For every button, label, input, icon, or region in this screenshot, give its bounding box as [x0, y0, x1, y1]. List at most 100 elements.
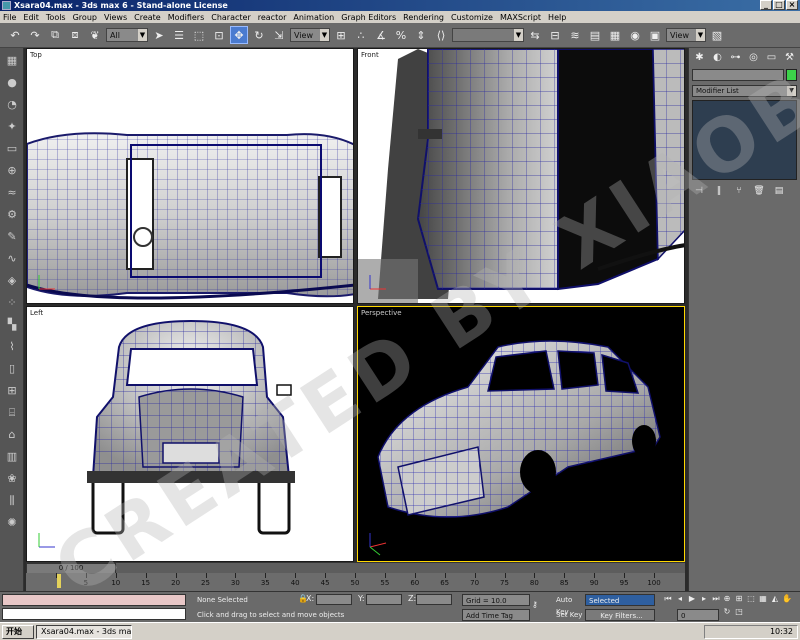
taskbar-item-3dsmax[interactable]: Xsara04.max - 3ds max 6 — [36, 625, 132, 639]
wall-icon[interactable]: ▥ — [3, 448, 21, 466]
menu-animation[interactable]: Animation — [293, 13, 334, 22]
spline-icon[interactable]: ∿ — [3, 250, 21, 268]
key-filters-button[interactable]: Key Filters... — [585, 609, 655, 621]
zoom-all-icon[interactable]: ⊞ — [734, 594, 744, 605]
field-of-view-icon[interactable]: ◭ — [770, 594, 780, 605]
angle-snap-icon[interactable]: ∡ — [372, 26, 390, 44]
configure-sets-icon[interactable]: ▤ — [773, 186, 785, 198]
display-tab-icon[interactable]: ▭ — [764, 52, 779, 66]
utilities-tab-icon[interactable]: ⚒ — [782, 52, 797, 66]
go-to-end-icon[interactable]: ⏭ — [711, 594, 721, 605]
menu-edit[interactable]: Edit — [23, 13, 39, 22]
reactor-icon[interactable]: ✺ — [3, 514, 21, 532]
viewport-label-top[interactable]: Top — [30, 51, 42, 59]
menu-rendering[interactable]: Rendering — [403, 13, 444, 22]
menu-views[interactable]: Views — [104, 13, 127, 22]
nurbs-icon[interactable]: ⌇ — [3, 338, 21, 356]
viewport-top[interactable]: Top — [26, 48, 354, 304]
minimize-button[interactable]: _ — [760, 0, 772, 10]
edit-named-selection-icon[interactable]: ⟨⟩ — [432, 26, 450, 44]
object-name-field[interactable] — [692, 69, 784, 81]
quick-render-icon[interactable]: ▧ — [708, 26, 726, 44]
previous-frame-icon[interactable]: ◂ — [675, 594, 685, 605]
foliage-icon[interactable]: ❀ — [3, 470, 21, 488]
menu-file[interactable]: File — [3, 13, 16, 22]
modify-tab-icon[interactable]: ◐ — [710, 52, 725, 66]
viewport-perspective[interactable]: Perspective — [357, 306, 685, 562]
show-end-result-icon[interactable]: ‖ — [713, 186, 725, 198]
menu-reactor[interactable]: reactor — [258, 13, 287, 22]
percent-snap-icon[interactable]: % — [392, 26, 410, 44]
select-and-rotate-icon[interactable]: ↻ — [250, 26, 268, 44]
window-icon[interactable]: ⊞ — [3, 382, 21, 400]
menu-modifiers[interactable]: Modifiers — [168, 13, 205, 22]
remove-modifier-icon[interactable]: 🗑 — [753, 186, 765, 198]
menu-create[interactable]: Create — [134, 13, 161, 22]
menu-maxscript[interactable]: MAXScript — [500, 13, 541, 22]
camera-icon[interactable]: ▭ — [3, 140, 21, 158]
helper-icon[interactable]: ⊕ — [3, 162, 21, 180]
menu-group[interactable]: Group — [73, 13, 97, 22]
render-type-dropdown[interactable]: View ▼ — [666, 28, 706, 42]
auto-key-button[interactable]: Auto Key — [553, 594, 583, 616]
arc-rotate-icon[interactable]: ↻ — [722, 607, 732, 618]
bind-space-warp-icon[interactable]: ❦ — [86, 26, 104, 44]
viewport-label-perspective[interactable]: Perspective — [361, 309, 402, 317]
material-editor-icon[interactable]: ◉ — [626, 26, 644, 44]
current-frame-field[interactable]: 0 — [677, 609, 719, 621]
reference-coordinate-dropdown[interactable]: View ▼ — [290, 28, 330, 42]
start-button[interactable]: 开始 — [2, 625, 34, 639]
rect-selection-icon[interactable]: ⬚ — [190, 26, 208, 44]
spinner-snap-icon[interactable]: ⇕ — [412, 26, 430, 44]
zoom-extents-icon[interactable]: ⬚ — [746, 594, 756, 605]
maximize-button[interactable]: □ — [773, 0, 785, 10]
system-icon[interactable]: ⚙ — [3, 206, 21, 224]
schematic-view-icon[interactable]: ▦ — [606, 26, 624, 44]
z-coordinate-field[interactable] — [416, 594, 452, 605]
link-icon[interactable]: ⧉ — [46, 26, 64, 44]
selection-filter-dropdown[interactable]: All ▼ — [106, 28, 148, 42]
redo-icon[interactable]: ↷ — [26, 26, 44, 44]
key-marker[interactable] — [57, 574, 61, 588]
aec-icon[interactable]: ⌂ — [3, 426, 21, 444]
menu-customize[interactable]: Customize — [451, 13, 493, 22]
go-to-start-icon[interactable]: ⏮ — [663, 594, 673, 605]
menu-character[interactable]: Character — [211, 13, 251, 22]
render-scene-icon[interactable]: ▣ — [646, 26, 664, 44]
track-view-icon[interactable]: ▤ — [586, 26, 604, 44]
motion-tab-icon[interactable]: ◎ — [746, 52, 761, 66]
viewport-label-front[interactable]: Front — [361, 51, 379, 59]
make-unique-icon[interactable]: ⑂ — [733, 186, 745, 198]
pivot-center-icon[interactable]: ⊞ — [332, 26, 350, 44]
y-coordinate-field[interactable] — [366, 594, 402, 605]
select-and-scale-icon[interactable]: ⇲ — [270, 26, 288, 44]
brush-icon[interactable]: ✎ — [3, 228, 21, 246]
modifier-list-dropdown[interactable]: Modifier List ▼ — [692, 85, 797, 97]
sphere-icon[interactable]: ● — [3, 74, 21, 92]
space-warp-icon[interactable]: ≈ — [3, 184, 21, 202]
menu-tools[interactable]: Tools — [46, 13, 66, 22]
compound-icon[interactable]: ◈ — [3, 272, 21, 290]
modifier-stack[interactable] — [692, 100, 797, 180]
auto-key-selection-dropdown[interactable]: Selected — [585, 594, 655, 606]
undo-icon[interactable]: ↶ — [6, 26, 24, 44]
maxscript-listener-output[interactable] — [2, 608, 186, 620]
viewport-front[interactable]: Front — [357, 48, 685, 304]
select-and-move-icon[interactable]: ✥ — [230, 26, 248, 44]
door-icon[interactable]: ▯ — [3, 360, 21, 378]
window-crossing-icon[interactable]: ⊡ — [210, 26, 228, 44]
light-icon[interactable]: ✦ — [3, 118, 21, 136]
x-coordinate-field[interactable] — [316, 594, 352, 605]
create-tab-icon[interactable]: ✱ — [692, 52, 707, 66]
max-app-icon[interactable] — [2, 1, 11, 10]
viewport-label-left[interactable]: Left — [30, 309, 43, 317]
menu-help[interactable]: Help — [548, 13, 566, 22]
key-icon[interactable]: ⚷ — [532, 600, 538, 609]
viewport-left[interactable]: Left — [26, 306, 354, 562]
object-color-swatch[interactable] — [786, 69, 797, 81]
play-icon[interactable]: ▶ — [687, 594, 697, 605]
select-object-icon[interactable]: ➤ — [150, 26, 168, 44]
box-icon[interactable]: ▦ — [3, 52, 21, 70]
select-by-name-icon[interactable]: ☰ — [170, 26, 188, 44]
hierarchy-tab-icon[interactable]: ⊶ — [728, 52, 743, 66]
